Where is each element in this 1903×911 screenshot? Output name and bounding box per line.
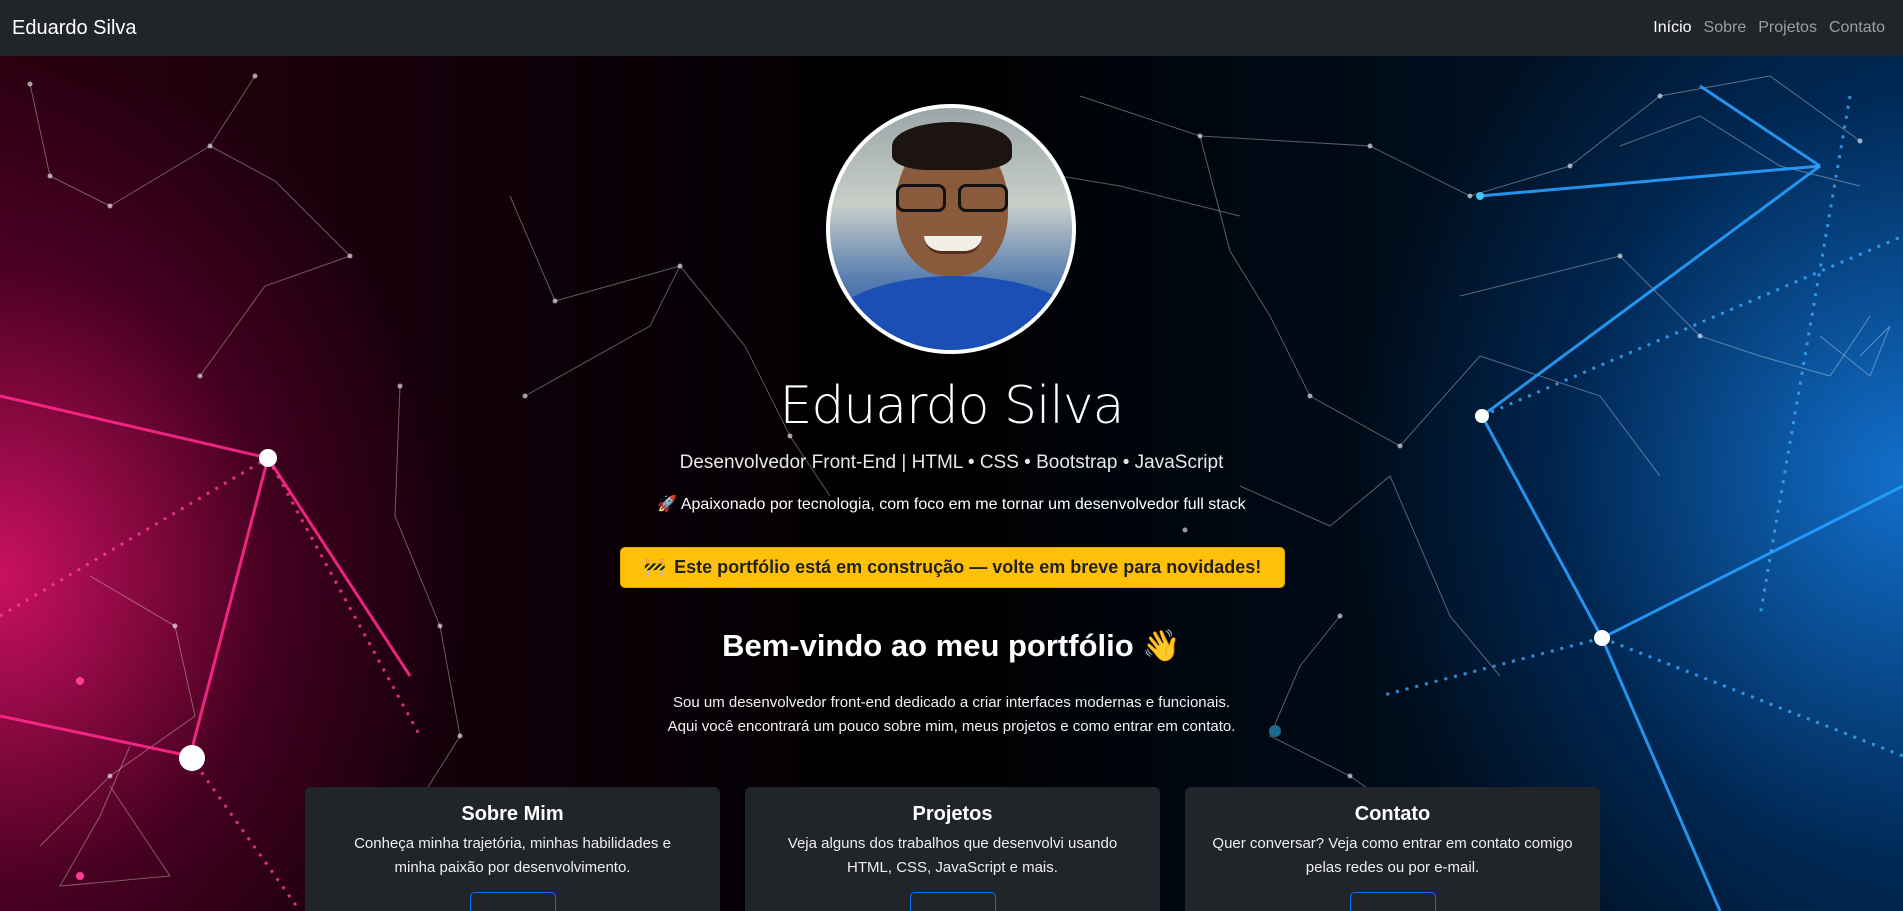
welcome-heading: Bem-vindo ao meu portfólio 👋 [0,627,1903,664]
card-title: Contato [1354,803,1431,825]
hero-section: Eduardo Silva Desenvolvedor Front-End | … [0,56,1903,911]
nav-link-contato[interactable]: Contato [1823,19,1891,37]
card-contato-button[interactable] [1349,892,1436,911]
hero-title: Eduardo Silva [779,376,1124,436]
tagline-text: Apaixonado por tecnologia, com foco em m… [680,496,1246,513]
brand-logo[interactable]: Eduardo Silva [12,17,137,40]
hero-subtitle: Desenvolvedor Front-End | HTML • CSS • B… [679,452,1224,473]
card-projetos-button[interactable] [909,892,996,911]
construction-banner: 🚧 Este portfólio está em construção — vo… [620,547,1285,588]
nav-link-projetos[interactable]: Projetos [1752,19,1823,37]
nav-links: Início Sobre Projetos Contato [1647,19,1891,37]
intro-line-2: Aqui você encontrará um pouco sobre mim,… [667,718,1236,735]
navbar: Eduardo Silva Início Sobre Projetos Cont… [0,0,1903,56]
welcome-text: Bem-vindo ao meu portfólio [722,628,1134,663]
card-sobre: Sobre Mim Conheça minha trajetória, minh… [305,787,720,911]
card-title: Projetos [912,803,993,825]
rocket-icon: 🚀 [657,496,678,513]
banner-text: Este portfólio está em construção — volt… [674,557,1262,577]
hero-content: Eduardo Silva Desenvolvedor Front-End | … [0,56,1903,911]
card-projetos: Projetos Veja alguns dos trabalhos que d… [745,787,1160,911]
card-text: Quer conversar? Veja como entrar em cont… [1212,835,1573,876]
card-text: Veja alguns dos trabalhos que desenvolvi… [787,835,1118,876]
card-contato: Contato Quer conversar? Veja como entrar… [1185,787,1600,911]
nav-link-inicio[interactable]: Início [1647,19,1697,37]
profile-photo [826,104,1076,354]
intro-line-1: Sou um desenvolvedor front-end dedicado … [673,694,1230,711]
construction-icon: 🚧 [643,557,667,577]
card-title: Sobre Mim [461,803,564,825]
card-sobre-button[interactable] [469,892,556,911]
waving-hand-icon: 👋 [1142,628,1181,663]
intro-text: Sou um desenvolvedor front-end dedicado … [0,691,1903,739]
hero-tagline: 🚀 Apaixonado por tecnologia, com foco em… [0,494,1903,514]
nav-link-sobre[interactable]: Sobre [1698,19,1753,37]
card-text: Conheça minha trajetória, minhas habilid… [354,835,671,876]
